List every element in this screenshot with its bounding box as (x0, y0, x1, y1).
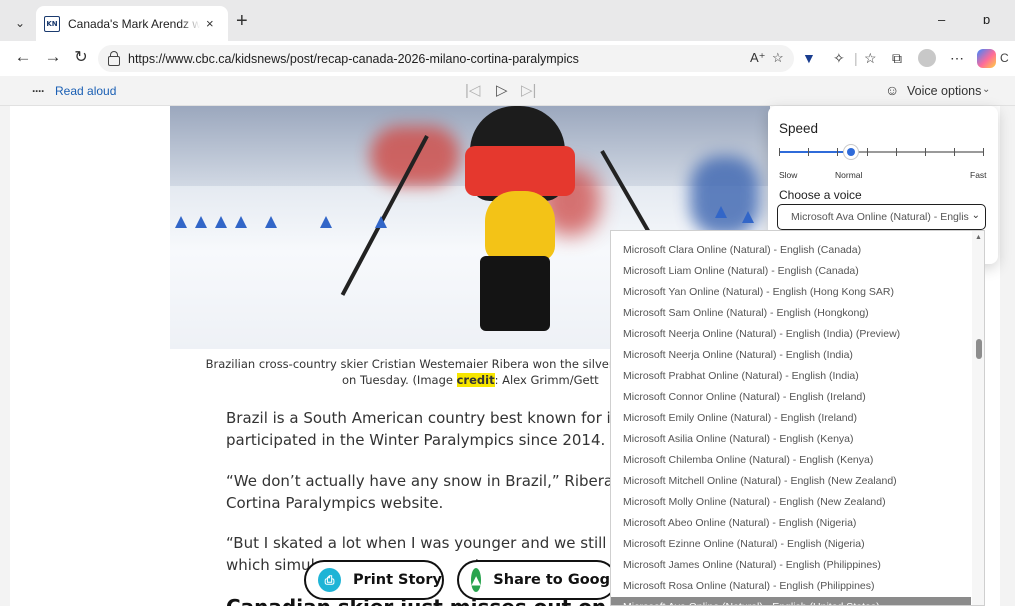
toolbar-truncated-label[interactable]: C (1000, 51, 1009, 65)
printer-icon: ⎙ (318, 568, 341, 592)
voice-options-icon[interactable]: ☺ (885, 82, 899, 98)
voice-select-value[interactable]: Microsoft Ava Online (Natural) - English… (791, 211, 969, 223)
speed-title: Speed (779, 121, 819, 136)
voice-option[interactable]: Microsoft Asilia Online (Natural) - Engl… (611, 429, 971, 450)
paragraph-1: Brazil is a South American country best … (226, 409, 625, 449)
voice-option[interactable]: Microsoft Ava Online (Natural) - English… (611, 597, 971, 605)
voice-options-button[interactable]: Voice options (907, 84, 981, 98)
normal-label: Normal (835, 170, 863, 180)
slow-label: Slow (779, 170, 798, 180)
new-tab-plus-icon[interactable]: + (236, 10, 248, 33)
print-story-button[interactable]: ⎙ Print Story (304, 560, 444, 600)
browser-tab[interactable]: KN Canada's Mark Arendz wins his 14th × (36, 6, 228, 41)
share-google-label: Share to Googl (493, 572, 615, 588)
kidsnews-favicon-icon: KN (44, 15, 60, 32)
tab-title: Canada's Mark Arendz wins his 14th (68, 16, 200, 31)
share-google-button[interactable]: ▲ Share to Googl (457, 560, 617, 600)
google-classroom-icon: ▲ (471, 568, 482, 592)
scrollbar-thumb[interactable] (976, 339, 982, 359)
speed-slider-thumb[interactable] (842, 144, 859, 160)
speed-slider-track[interactable] (779, 148, 984, 156)
navigation-bar: ← → ↻ https://www.cbc.ca/kidsnews/post/r… (0, 41, 1015, 76)
voice-option[interactable]: Microsoft Yan Online (Natural) - English… (611, 282, 971, 303)
paragraph-2: “We don’t actually have any snow in Braz… (226, 472, 640, 512)
previous-paragraph-icon[interactable]: |◁ (465, 81, 480, 99)
voice-option[interactable]: Microsoft Clara Online (Natural) - Engli… (611, 240, 971, 261)
tab-close-icon[interactable]: × (206, 16, 214, 31)
print-story-label: Print Story (353, 572, 442, 588)
voice-option[interactable]: Microsoft Neerja Online (Natural) - Engl… (611, 324, 971, 345)
caption-line-1: Brazilian cross-country skier Cristian W… (205, 357, 629, 371)
voice-option[interactable]: Microsoft Liam Online (Natural) - Englis… (611, 261, 971, 282)
forward-arrow-icon[interactable]: → (42, 47, 64, 67)
read-aloud-bar: ···· Read aloud |◁ ▷ ▷| ☺ Voice options … (0, 76, 1015, 106)
toolbar-divider: | (854, 50, 858, 66)
caption-line-2: on Tuesday. (Image credit: Alex Grimm/Ge… (342, 373, 599, 387)
restore-window-icon[interactable]: ɒ (983, 12, 990, 27)
read-aloud-label: Read aloud (55, 84, 117, 98)
voice-option[interactable]: Microsoft Abeo Online (Natural) - Englis… (611, 513, 971, 534)
choose-voice-label: Choose a voice (779, 188, 862, 202)
profile-avatar[interactable] (918, 49, 936, 67)
scroll-up-arrow-icon[interactable]: ▲ (975, 234, 982, 241)
more-menu-icon[interactable]: ⋯ (950, 50, 964, 67)
tab-actions-chevron-icon[interactable]: ⌄ (8, 11, 32, 35)
play-icon[interactable]: ▷ (496, 81, 508, 99)
favorites-icon[interactable]: ☆ (864, 50, 877, 67)
highlighted-word: credit (456, 373, 495, 387)
shield-extension-icon[interactable]: ▼ (802, 50, 816, 66)
address-bar[interactable]: https://www.cbc.ca/kidsnews/post/recap-c… (98, 45, 794, 72)
copilot-icon[interactable] (977, 49, 996, 68)
fast-label: Fast (970, 170, 987, 180)
chevron-down-icon[interactable]: ⌄ (972, 210, 980, 221)
favorite-star-icon[interactable]: ☆ (772, 50, 784, 66)
voice-option[interactable]: Microsoft Neerja Online (Natural) - Engl… (611, 345, 971, 366)
voice-option[interactable]: Microsoft Rosa Online (Natural) - Englis… (611, 576, 971, 597)
next-paragraph-icon[interactable]: ▷| (521, 81, 536, 99)
read-aloud-icon[interactable]: A⁺ (750, 50, 766, 66)
lock-icon[interactable] (108, 50, 120, 66)
voice-dropdown-list[interactable]: Microsoft Clara Online (Natural) - Engli… (610, 230, 985, 606)
chevron-down-icon[interactable]: ⌄ (982, 84, 990, 95)
voice-option[interactable]: Microsoft Molly Online (Natural) - Engli… (611, 492, 971, 513)
read-aloud-menu-icon[interactable]: ···· (32, 84, 45, 98)
voice-option[interactable]: Microsoft James Online (Natural) - Engli… (611, 555, 971, 576)
voice-option[interactable]: Microsoft Sam Online (Natural) - English… (611, 303, 971, 324)
collections-icon[interactable]: ⧉ (892, 50, 902, 67)
url-text[interactable]: https://www.cbc.ca/kidsnews/post/recap-c… (128, 52, 579, 66)
voice-option[interactable]: Microsoft Connor Online (Natural) - Engl… (611, 387, 971, 408)
tab-strip: ⌄ KN Canada's Mark Arendz wins his 14th … (0, 0, 1015, 41)
voice-option[interactable]: Microsoft Chilemba Online (Natural) - En… (611, 450, 971, 471)
dropdown-scrollbar[interactable]: ▲ (972, 231, 984, 605)
extensions-icon[interactable]: ✧ (833, 50, 845, 67)
voice-select[interactable]: Microsoft Ava Online (Natural) - English… (777, 204, 986, 230)
voice-option[interactable]: Microsoft Prabhat Online (Natural) - Eng… (611, 366, 971, 387)
minimize-icon[interactable]: – (938, 12, 945, 27)
photo-caption: Brazilian cross-country skier Cristian W… (202, 356, 632, 388)
speed-slider-fill (779, 151, 851, 153)
refresh-icon[interactable]: ↻ (70, 47, 92, 67)
voice-option[interactable]: Microsoft Ezinne Online (Natural) - Engl… (611, 534, 971, 555)
voice-option[interactable]: Microsoft Emily Online (Natural) - Engli… (611, 408, 971, 429)
back-arrow-icon[interactable]: ← (12, 47, 34, 67)
voice-option[interactable]: Microsoft Mitchell Online (Natural) - En… (611, 471, 971, 492)
